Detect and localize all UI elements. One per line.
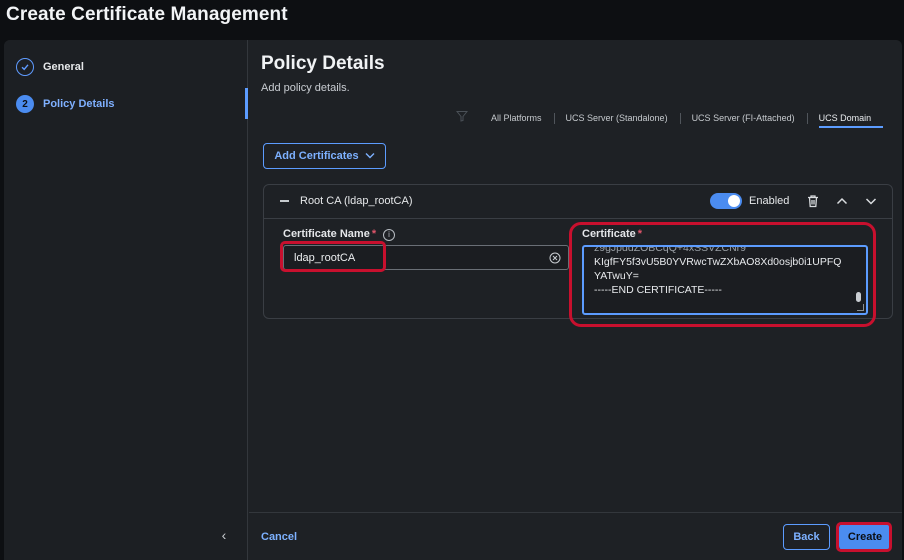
collapse-card-icon[interactable] xyxy=(280,200,289,202)
enabled-toggle-label: Enabled xyxy=(749,195,790,207)
textarea-scrollbar[interactable] xyxy=(856,292,861,302)
collapse-sidebar-icon[interactable]: ‹ xyxy=(216,527,232,543)
enabled-toggle[interactable] xyxy=(710,193,742,209)
trash-icon[interactable] xyxy=(806,194,820,208)
wizard-footer: Cancel Back Create xyxy=(249,512,902,560)
certificate-line: z9gJpddZOBCqQ+4xSSVZCNr9 xyxy=(594,245,747,254)
tab-all-platforms[interactable]: All Platforms xyxy=(479,112,554,126)
add-certificates-label: Add Certificates xyxy=(274,150,359,162)
certificate-name-value: ldap_rootCA xyxy=(294,252,356,264)
certificate-line: KIgfFY5f3vU5B0YVRwcTwZXbAO8Xd0osjb0i1UPF… xyxy=(594,256,842,268)
step-number-badge: 2 xyxy=(16,95,34,113)
section-title: Policy Details xyxy=(261,53,385,74)
wizard-sidebar: General 2 Policy Details ‹ xyxy=(4,40,248,560)
certificate-label: Certificate * xyxy=(582,228,642,240)
certificate-name-input[interactable]: ldap_rootCA xyxy=(283,245,569,270)
certificate-card: Root CA (ldap_rootCA) Enabled Certificat… xyxy=(263,184,893,319)
check-icon xyxy=(16,58,34,76)
info-icon[interactable]: i xyxy=(383,229,395,241)
certificate-name-label: Certificate Name * xyxy=(283,228,376,240)
certificate-name-label-text: Certificate Name xyxy=(283,228,370,240)
certificate-line: YATwuY= xyxy=(594,270,639,282)
step-general-label: General xyxy=(43,61,84,73)
chevron-down-icon[interactable] xyxy=(864,194,878,208)
certificate-card-title: Root CA (ldap_rootCA) xyxy=(300,195,413,207)
tab-ucs-server-standalone[interactable]: UCS Server (Standalone) xyxy=(553,112,680,126)
required-marker: * xyxy=(371,228,377,240)
section-subtitle: Add policy details. xyxy=(261,82,350,94)
resize-handle-icon[interactable] xyxy=(857,304,864,311)
back-button[interactable]: Back xyxy=(783,524,830,550)
platform-filter-tabs: All Platforms UCS Server (Standalone) UC… xyxy=(479,112,884,128)
create-button[interactable]: Create xyxy=(839,524,891,550)
tab-ucs-domain[interactable]: UCS Domain xyxy=(806,112,884,128)
certificate-textarea[interactable]: z9gJpddZOBCqQ+4xSSVZCNr9 KIgfFY5f3vU5B0YV… xyxy=(582,245,868,315)
tab-ucs-server-fi-attached[interactable]: UCS Server (FI-Attached) xyxy=(679,112,807,126)
active-step-indicator xyxy=(245,88,248,119)
step-general[interactable]: General xyxy=(16,58,84,76)
step-policy-details[interactable]: 2 Policy Details xyxy=(16,95,115,113)
required-marker: * xyxy=(637,228,643,240)
main-content: Policy Details Add policy details. All P… xyxy=(249,40,902,560)
certificate-card-header: Root CA (ldap_rootCA) Enabled xyxy=(264,185,892,219)
page-title: Create Certificate Management xyxy=(6,4,288,25)
wizard-panel: General 2 Policy Details ‹ Policy Detail… xyxy=(4,40,902,560)
certificate-line: -----END CERTIFICATE----- xyxy=(594,284,722,296)
certificate-content: z9gJpddZOBCqQ+4xSSVZCNr9 KIgfFY5f3vU5B0YV… xyxy=(594,245,842,297)
add-certificates-button[interactable]: Add Certificates xyxy=(263,143,386,169)
clear-input-icon[interactable] xyxy=(549,252,561,264)
cancel-button[interactable]: Cancel xyxy=(261,531,297,543)
certificate-label-text: Certificate xyxy=(582,228,636,240)
step-policy-details-label: Policy Details xyxy=(43,98,115,110)
filter-icon[interactable] xyxy=(456,110,468,122)
chevron-up-icon[interactable] xyxy=(835,194,849,208)
chevron-down-icon xyxy=(365,151,375,161)
